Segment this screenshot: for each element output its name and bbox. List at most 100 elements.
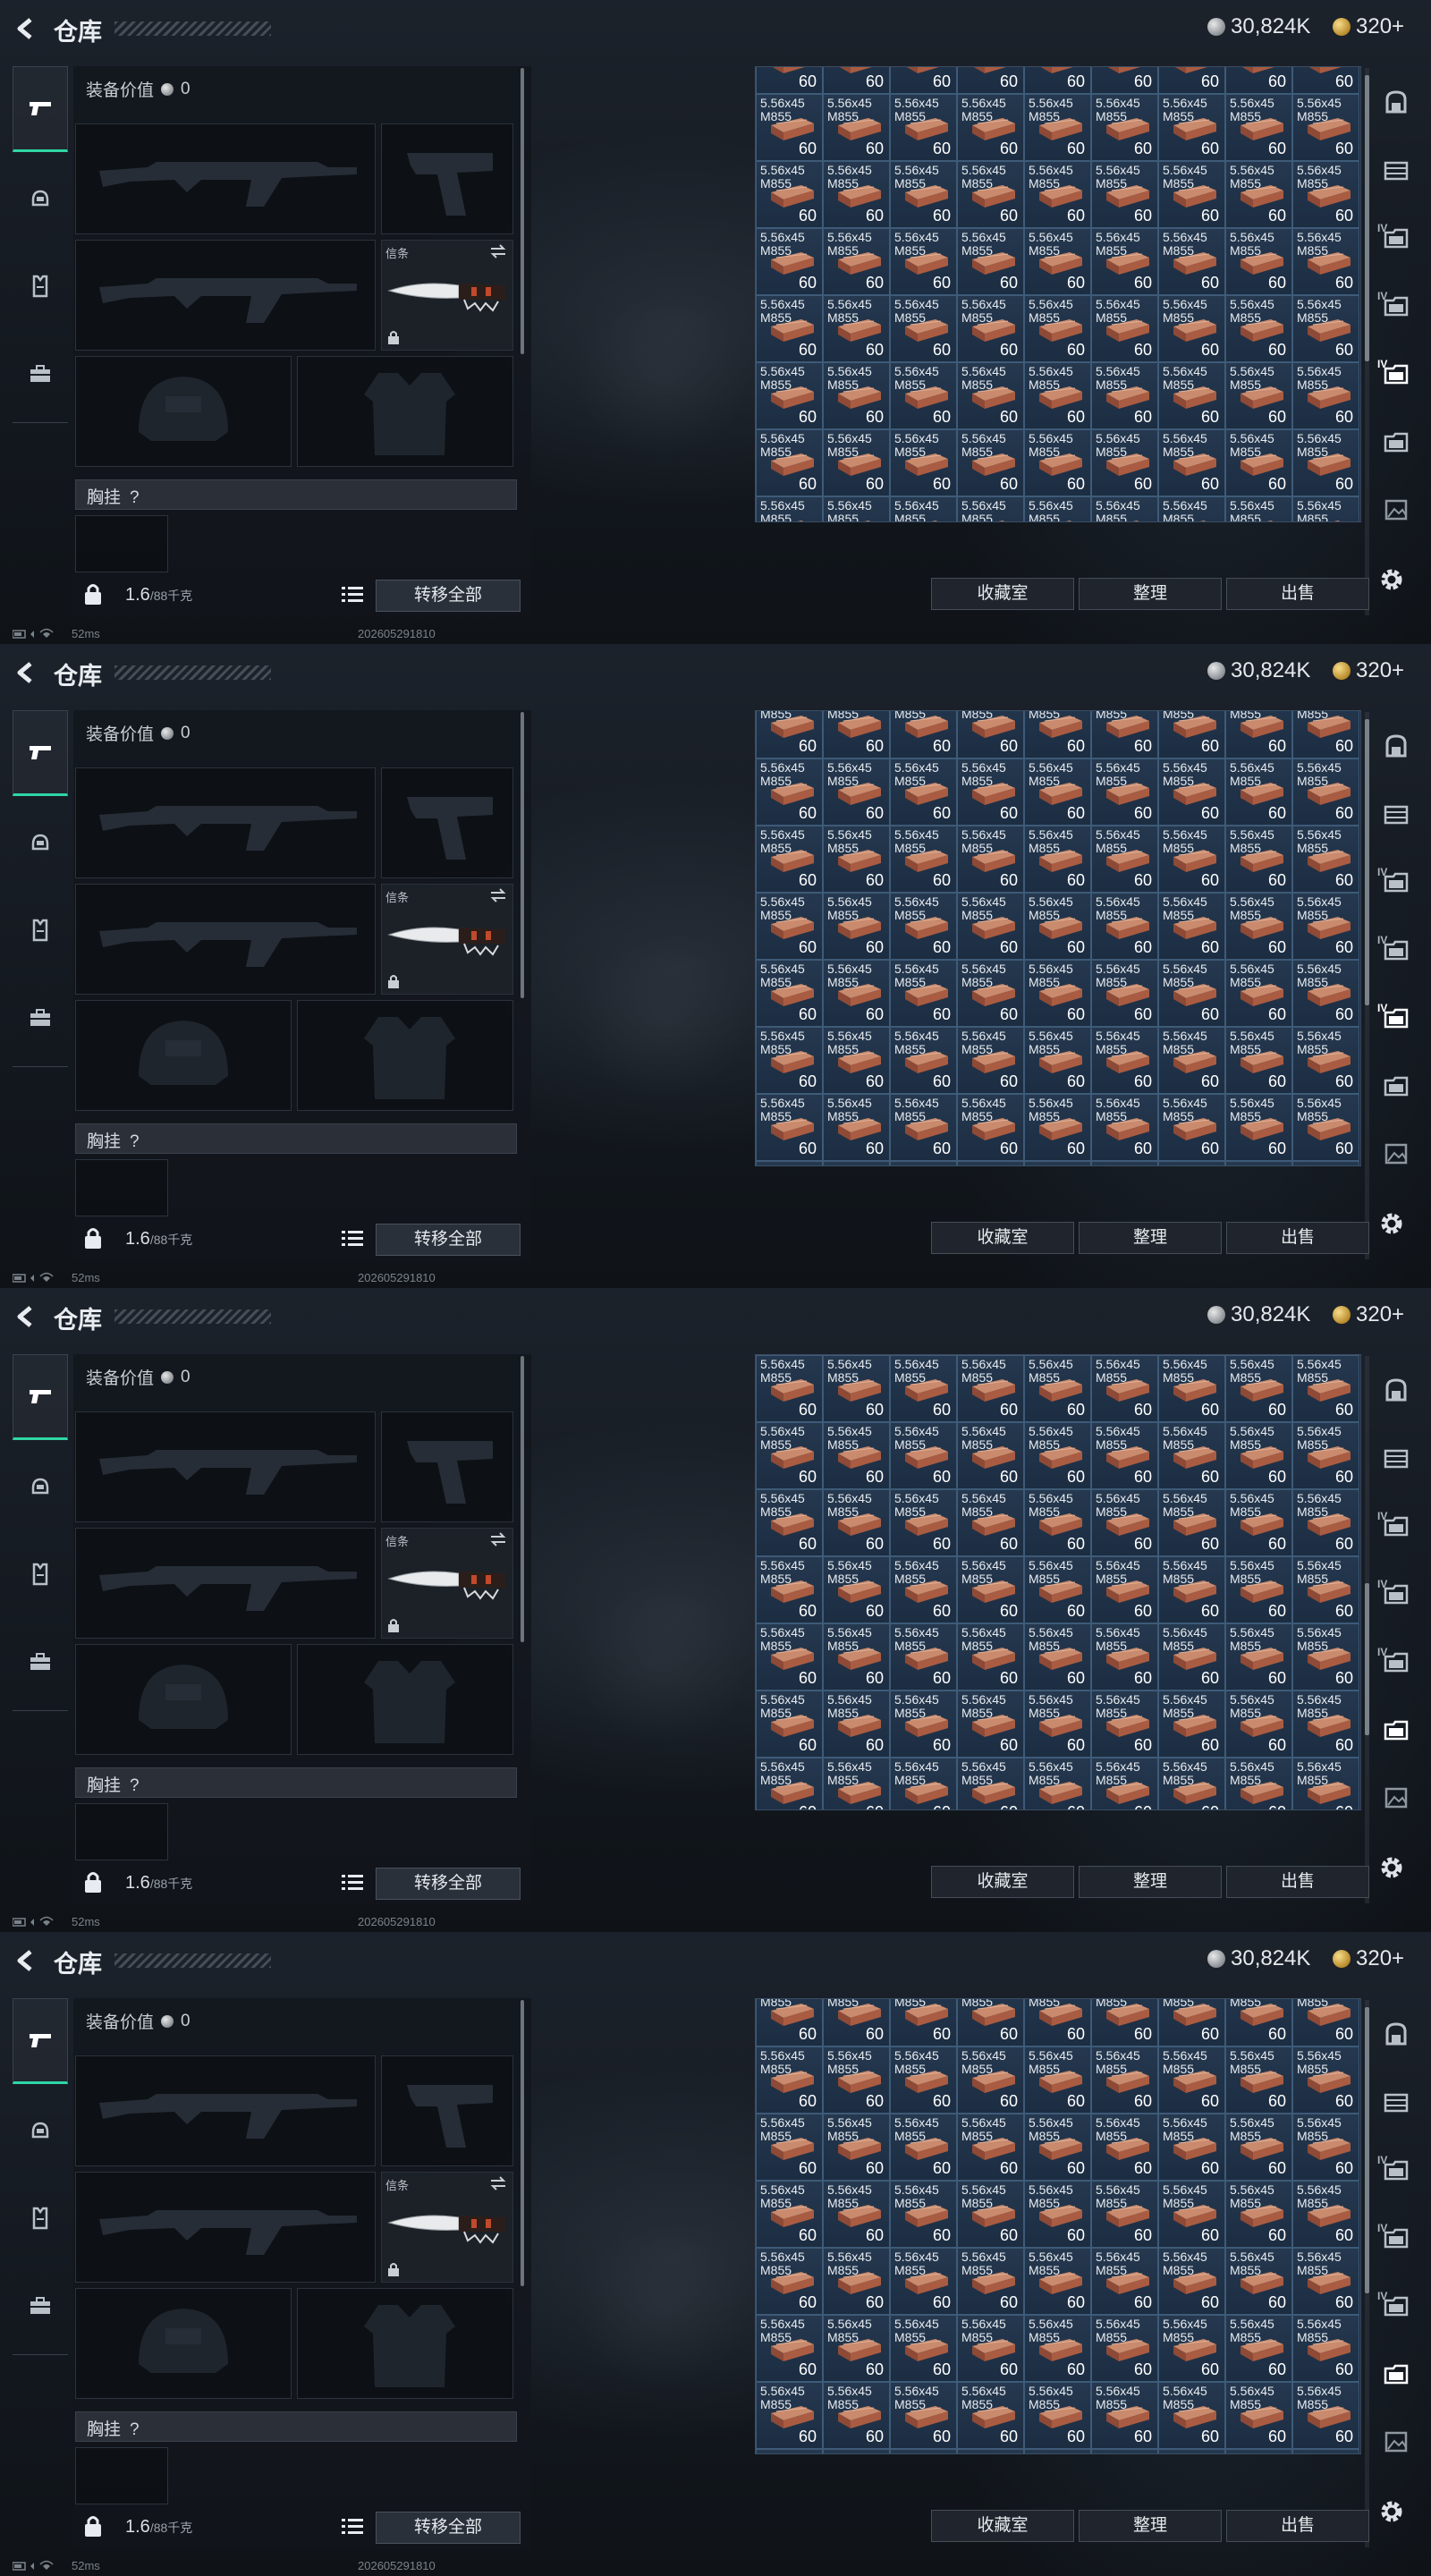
equipment-scrollbar[interactable] xyxy=(521,2000,524,2286)
ammo-stack-cell[interactable]: 5.56x45 M85560 xyxy=(1024,1026,1091,1094)
sort-button[interactable]: 整理 xyxy=(1079,2510,1222,2542)
ammo-stack-cell[interactable]: 5.56x45 M85560 xyxy=(1091,1026,1158,1094)
ammo-stack-cell[interactable]: 5.56x45 M85560 xyxy=(890,758,957,826)
transfer-all-button[interactable]: 转移全部 xyxy=(376,580,521,612)
ammo-stack-cell[interactable]: 5.56x45 M85560 xyxy=(756,429,823,496)
inventory-scrollbar[interactable] xyxy=(1365,719,1369,1005)
transfer-all-button[interactable]: 转移全部 xyxy=(376,1224,521,1256)
silver-currency[interactable]: 30,824K xyxy=(1207,14,1310,39)
ammo-stack-cell[interactable]: 5.56x45 M85560 xyxy=(756,2314,823,2382)
transfer-all-button[interactable]: 转移全部 xyxy=(376,1868,521,1900)
ammo-stack-cell[interactable]: 5.56x45 M85560 xyxy=(1158,2381,1225,2449)
ammo-stack-cell[interactable]: 5.56x45 M85560 xyxy=(1024,825,1091,893)
ammo-stack-cell[interactable]: 5.56x45 M85560 xyxy=(1158,94,1225,161)
equipment-scrollbar[interactable] xyxy=(521,68,524,354)
ammo-stack-cell[interactable]: 5.56x45 M85560 xyxy=(1292,959,1359,1027)
ammo-stack-cell[interactable]: 5.56x45 M85560 xyxy=(957,1489,1024,1556)
ammo-stack-cell[interactable]: 5.56x45 M85560 xyxy=(823,2113,890,2181)
ammo-stack-cell[interactable]: 5.56x45 M85560 xyxy=(823,1093,890,1161)
nav-backpack[interactable] xyxy=(13,1619,68,1705)
ammo-stack-cell[interactable]: 5.56x45 M85560 xyxy=(957,825,1024,893)
storage-tab-1[interactable] xyxy=(1374,1363,1418,1417)
armor-slot[interactable] xyxy=(297,1644,513,1755)
ammo-stack-cell[interactable]: 5.56x45 M85560 xyxy=(1158,711,1225,758)
ammo-stack-cell[interactable]: 5.56x45 M85560 xyxy=(957,2314,1024,2382)
primary-weapon-slot[interactable] xyxy=(75,123,376,234)
help-icon[interactable]: ? xyxy=(130,1776,140,1795)
ammo-stack-cell[interactable]: 5.56x45 M85560 xyxy=(1091,94,1158,161)
ammo-stack-cell[interactable]: 5.56x45 M85560 xyxy=(957,429,1024,496)
ammo-stack-cell[interactable]: 5.56x45 M85560 xyxy=(1292,67,1359,94)
ammo-stack-cell[interactable]: 5.56x45 M85560 xyxy=(1024,1690,1091,1758)
storage-tab-2[interactable] xyxy=(1374,2075,1418,2129)
melee-slot[interactable]: 信条 xyxy=(381,240,513,351)
ammo-stack-cell[interactable]: 5.56x45 M85560 xyxy=(756,67,823,94)
ammo-stack-cell[interactable]: 5.56x45 M85560 xyxy=(957,362,1024,429)
ammo-stack-cell[interactable]: 5.56x45 M85560 xyxy=(957,496,1024,521)
ammo-stack-cell[interactable]: 5.56x45 M85560 xyxy=(890,362,957,429)
pistol-slot[interactable] xyxy=(381,123,513,234)
ammo-stack-cell[interactable]: 5.56x45 M85560 xyxy=(1292,2180,1359,2248)
ammo-stack-cell[interactable]: 5.56x45 M85560 xyxy=(1225,67,1292,94)
ammo-stack-cell[interactable]: 5.56x45 M85560 xyxy=(823,295,890,362)
chest-rig-header[interactable]: 胸挂? xyxy=(75,479,517,510)
ammo-stack-cell[interactable]: 5.56x45 M85560 xyxy=(1292,496,1359,521)
gold-currency[interactable]: 320+ xyxy=(1333,1946,1404,1971)
ammo-stack-cell[interactable]: 5.56x45 M85560 xyxy=(890,161,957,228)
ammo-stack-cell[interactable]: 5.56x45 M85560 xyxy=(890,496,957,521)
ammo-stack-cell[interactable]: 5.56x45 M85560 xyxy=(1292,1026,1359,1094)
ammo-stack-cell[interactable]: 5.56x45 M85560 xyxy=(1024,429,1091,496)
ammo-stack-cell[interactable]: 5.56x45 M85560 xyxy=(1292,1758,1359,1809)
nav-helmet[interactable] xyxy=(13,800,68,886)
nav-weapons[interactable] xyxy=(13,1354,68,1440)
ammo-stack-cell[interactable]: 5.56x45 M85560 xyxy=(756,1160,823,1165)
ammo-stack-cell[interactable]: 5.56x45 M85560 xyxy=(1091,67,1158,94)
list-icon[interactable] xyxy=(342,585,363,603)
ammo-stack-cell[interactable]: 5.56x45 M85560 xyxy=(1292,1160,1359,1165)
gear-icon[interactable] xyxy=(1377,565,1406,594)
nav-vest[interactable] xyxy=(13,2175,68,2261)
ammo-stack-cell[interactable]: 5.56x45 M85560 xyxy=(890,67,957,94)
storage-tab-4[interactable]: IV xyxy=(1374,923,1418,977)
ammo-stack-cell[interactable]: 5.56x45 M85560 xyxy=(1091,2180,1158,2248)
ammo-stack-cell[interactable]: 5.56x45 M85560 xyxy=(1225,959,1292,1027)
nav-helmet[interactable] xyxy=(13,156,68,242)
ammo-stack-cell[interactable]: 5.56x45 M85560 xyxy=(1158,496,1225,521)
ammo-stack-cell[interactable]: 5.56x45 M85560 xyxy=(957,1556,1024,1623)
storage-tab-3[interactable]: IV xyxy=(1374,855,1418,909)
pistol-slot[interactable] xyxy=(381,2055,513,2166)
ammo-stack-cell[interactable]: 5.56x45 M85560 xyxy=(823,1160,890,1165)
ammo-stack-cell[interactable]: 5.56x45 M85560 xyxy=(957,2046,1024,2114)
ammo-stack-cell[interactable]: 5.56x45 M85560 xyxy=(756,1422,823,1489)
ammo-stack-cell[interactable]: 5.56x45 M85560 xyxy=(1024,892,1091,960)
list-icon[interactable] xyxy=(342,2517,363,2535)
storage-tab-5[interactable]: IV xyxy=(1374,991,1418,1045)
ammo-stack-cell[interactable]: 5.56x45 M85560 xyxy=(1158,1758,1225,1809)
sort-button[interactable]: 整理 xyxy=(1079,1866,1222,1898)
ammo-stack-cell[interactable]: 5.56x45 M85560 xyxy=(823,892,890,960)
ammo-stack-cell[interactable]: 5.56x45 M85560 xyxy=(890,2247,957,2315)
ammo-stack-cell[interactable]: 5.56x45 M85560 xyxy=(1225,1422,1292,1489)
ammo-stack-cell[interactable]: 5.56x45 M85560 xyxy=(1091,295,1158,362)
melee-slot[interactable]: 信条 xyxy=(381,884,513,995)
ammo-stack-cell[interactable]: 5.56x45 M85560 xyxy=(1158,429,1225,496)
ammo-stack-cell[interactable]: 5.56x45 M85560 xyxy=(1024,1999,1091,2046)
ammo-stack-cell[interactable]: 5.56x45 M85560 xyxy=(823,1026,890,1094)
ammo-stack-cell[interactable]: 5.56x45 M85560 xyxy=(890,1999,957,2046)
ammo-stack-cell[interactable]: 5.56x45 M85560 xyxy=(756,2180,823,2248)
ammo-stack-cell[interactable]: 5.56x45 M85560 xyxy=(756,711,823,758)
ammo-stack-cell[interactable]: 5.56x45 M85560 xyxy=(1091,1422,1158,1489)
ammo-stack-cell[interactable]: 5.56x45 M85560 xyxy=(823,67,890,94)
ammo-stack-cell[interactable]: 5.56x45 M85560 xyxy=(957,1758,1024,1809)
ammo-stack-cell[interactable]: 5.56x45 M85560 xyxy=(1292,892,1359,960)
ammo-stack-cell[interactable]: 5.56x45 M85560 xyxy=(1024,2113,1091,2181)
ammo-stack-cell[interactable]: 5.56x45 M85560 xyxy=(1292,228,1359,295)
ammo-stack-cell[interactable]: 5.56x45 M85560 xyxy=(1024,362,1091,429)
ammo-stack-cell[interactable]: 5.56x45 M85560 xyxy=(1292,94,1359,161)
ammo-stack-cell[interactable]: 5.56x45 M85560 xyxy=(957,2247,1024,2315)
ammo-stack-cell[interactable]: 5.56x45 M85560 xyxy=(890,1758,957,1809)
ammo-stack-cell[interactable]: 5.56x45 M85560 xyxy=(890,1160,957,1165)
storage-tab-7[interactable] xyxy=(1374,483,1418,537)
ammo-stack-cell[interactable]: 5.56x45 M85560 xyxy=(957,94,1024,161)
helmet-slot[interactable] xyxy=(75,356,292,467)
